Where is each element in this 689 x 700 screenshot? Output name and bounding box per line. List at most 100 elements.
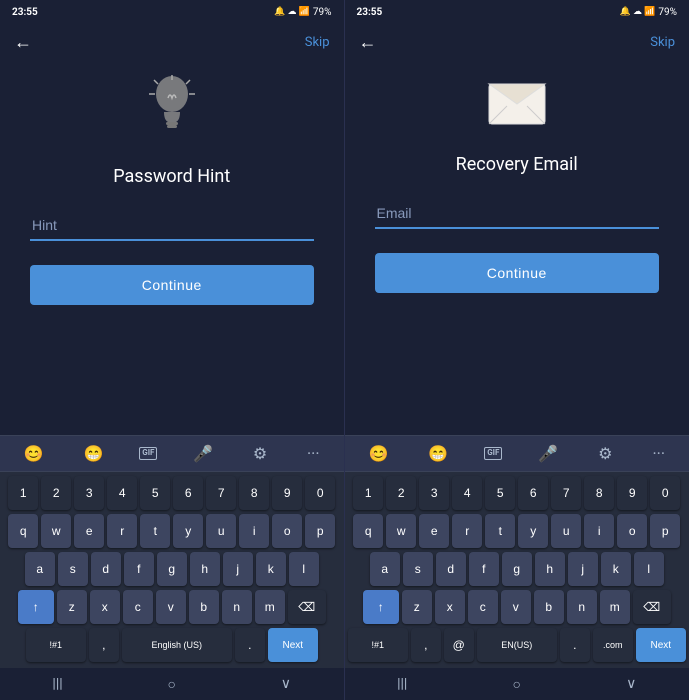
left-comma-key[interactable]: , xyxy=(89,628,119,662)
right-circle-icon[interactable]: ○ xyxy=(513,676,521,693)
right-key-7[interactable]: 7 xyxy=(551,476,581,510)
right-key-n[interactable]: n xyxy=(567,590,597,624)
right-key-0[interactable]: 0 xyxy=(650,476,680,510)
key-8[interactable]: 8 xyxy=(239,476,269,510)
right-key-5[interactable]: 5 xyxy=(485,476,515,510)
right-back-button[interactable]: ← xyxy=(359,32,377,53)
right-key-3[interactable]: 3 xyxy=(419,476,449,510)
left-space-key[interactable]: English (US) xyxy=(122,628,232,662)
right-gif-icon[interactable]: GIF xyxy=(484,447,502,459)
key-o[interactable]: o xyxy=(272,514,302,548)
right-key-b[interactable]: b xyxy=(534,590,564,624)
right-key-o[interactable]: o xyxy=(617,514,647,548)
key-4[interactable]: 4 xyxy=(107,476,137,510)
left-skip-button[interactable]: Skip xyxy=(305,35,330,50)
right-key-s[interactable]: s xyxy=(403,552,433,586)
key-q[interactable]: q xyxy=(8,514,38,548)
key-a[interactable]: a xyxy=(25,552,55,586)
right-shift-key[interactable]: ↑ xyxy=(363,590,399,624)
key-u[interactable]: u xyxy=(206,514,236,548)
left-symbol-key[interactable]: !#1 xyxy=(26,628,86,662)
right-key-x[interactable]: x xyxy=(435,590,465,624)
key-d[interactable]: d xyxy=(91,552,121,586)
right-period-key[interactable]: . xyxy=(560,628,590,662)
key-c[interactable]: c xyxy=(123,590,153,624)
right-key-c[interactable]: c xyxy=(468,590,498,624)
right-key-r[interactable]: r xyxy=(452,514,482,548)
key-w[interactable]: w xyxy=(41,514,71,548)
key-m[interactable]: m xyxy=(255,590,285,624)
right-key-h[interactable]: h xyxy=(535,552,565,586)
right-key-a[interactable]: a xyxy=(370,552,400,586)
right-key-9[interactable]: 9 xyxy=(617,476,647,510)
right-key-y[interactable]: y xyxy=(518,514,548,548)
right-key-f[interactable]: f xyxy=(469,552,499,586)
gif-icon[interactable]: GIF xyxy=(139,447,157,459)
emoji-icon[interactable]: 😊 xyxy=(20,442,48,465)
left-home-icon[interactable]: ||| xyxy=(52,676,62,692)
right-key-4[interactable]: 4 xyxy=(452,476,482,510)
right-home-icon[interactable]: ||| xyxy=(397,676,407,692)
right-comma-key[interactable]: , xyxy=(411,628,441,662)
key-b[interactable]: b xyxy=(189,590,219,624)
right-emoji-icon[interactable]: 😊 xyxy=(364,442,392,465)
key-e[interactable]: e xyxy=(74,514,104,548)
right-key-z[interactable]: z xyxy=(402,590,432,624)
key-y[interactable]: y xyxy=(173,514,203,548)
right-key-t[interactable]: t xyxy=(485,514,515,548)
left-circle-icon[interactable]: ○ xyxy=(168,676,176,693)
right-continue-button[interactable]: Continue xyxy=(375,253,660,293)
more-icon[interactable]: ··· xyxy=(303,442,324,465)
right-email-input[interactable] xyxy=(375,199,660,229)
left-shift-key[interactable]: ↑ xyxy=(18,590,54,624)
key-v[interactable]: v xyxy=(156,590,186,624)
right-dotcom-key[interactable]: .com xyxy=(593,628,633,662)
key-6[interactable]: 6 xyxy=(173,476,203,510)
right-skip-button[interactable]: Skip xyxy=(650,35,675,50)
key-g[interactable]: g xyxy=(157,552,187,586)
right-at-key[interactable]: @ xyxy=(444,628,474,662)
key-i[interactable]: i xyxy=(239,514,269,548)
right-symbol-key[interactable]: !#1 xyxy=(348,628,408,662)
key-1[interactable]: 1 xyxy=(8,476,38,510)
right-key-8[interactable]: 8 xyxy=(584,476,614,510)
right-settings-icon[interactable]: ⚙ xyxy=(594,442,616,465)
left-hint-input[interactable] xyxy=(30,211,314,241)
left-continue-button[interactable]: Continue xyxy=(30,265,314,305)
right-key-m[interactable]: m xyxy=(600,590,630,624)
right-next-key[interactable]: Next xyxy=(636,628,686,662)
right-key-g[interactable]: g xyxy=(502,552,532,586)
right-key-v[interactable]: v xyxy=(501,590,531,624)
right-key-i[interactable]: i xyxy=(584,514,614,548)
right-more-icon[interactable]: ··· xyxy=(648,442,669,465)
left-back-button[interactable]: ← xyxy=(14,32,32,53)
sticker-icon[interactable]: 😁 xyxy=(80,442,108,465)
left-period-key[interactable]: . xyxy=(235,628,265,662)
right-key-k[interactable]: k xyxy=(601,552,631,586)
key-x[interactable]: x xyxy=(90,590,120,624)
left-back-nav-icon[interactable]: ∨ xyxy=(281,676,291,692)
key-l[interactable]: l xyxy=(289,552,319,586)
right-key-l[interactable]: l xyxy=(634,552,664,586)
right-key-e[interactable]: e xyxy=(419,514,449,548)
key-h[interactable]: h xyxy=(190,552,220,586)
key-z[interactable]: z xyxy=(57,590,87,624)
right-key-6[interactable]: 6 xyxy=(518,476,548,510)
mic-icon[interactable]: 🎤 xyxy=(189,442,217,465)
right-key-q[interactable]: q xyxy=(353,514,383,548)
right-key-w[interactable]: w xyxy=(386,514,416,548)
right-space-key[interactable]: EN(US) xyxy=(477,628,557,662)
left-backspace-key[interactable]: ⌫ xyxy=(288,590,326,624)
key-f[interactable]: f xyxy=(124,552,154,586)
right-key-1[interactable]: 1 xyxy=(353,476,383,510)
key-p[interactable]: p xyxy=(305,514,335,548)
key-7[interactable]: 7 xyxy=(206,476,236,510)
key-k[interactable]: k xyxy=(256,552,286,586)
key-3[interactable]: 3 xyxy=(74,476,104,510)
key-0[interactable]: 0 xyxy=(305,476,335,510)
right-key-d[interactable]: d xyxy=(436,552,466,586)
right-back-nav-icon[interactable]: ∨ xyxy=(626,676,636,692)
right-mic-icon[interactable]: 🎤 xyxy=(534,442,562,465)
right-key-j[interactable]: j xyxy=(568,552,598,586)
key-n[interactable]: n xyxy=(222,590,252,624)
